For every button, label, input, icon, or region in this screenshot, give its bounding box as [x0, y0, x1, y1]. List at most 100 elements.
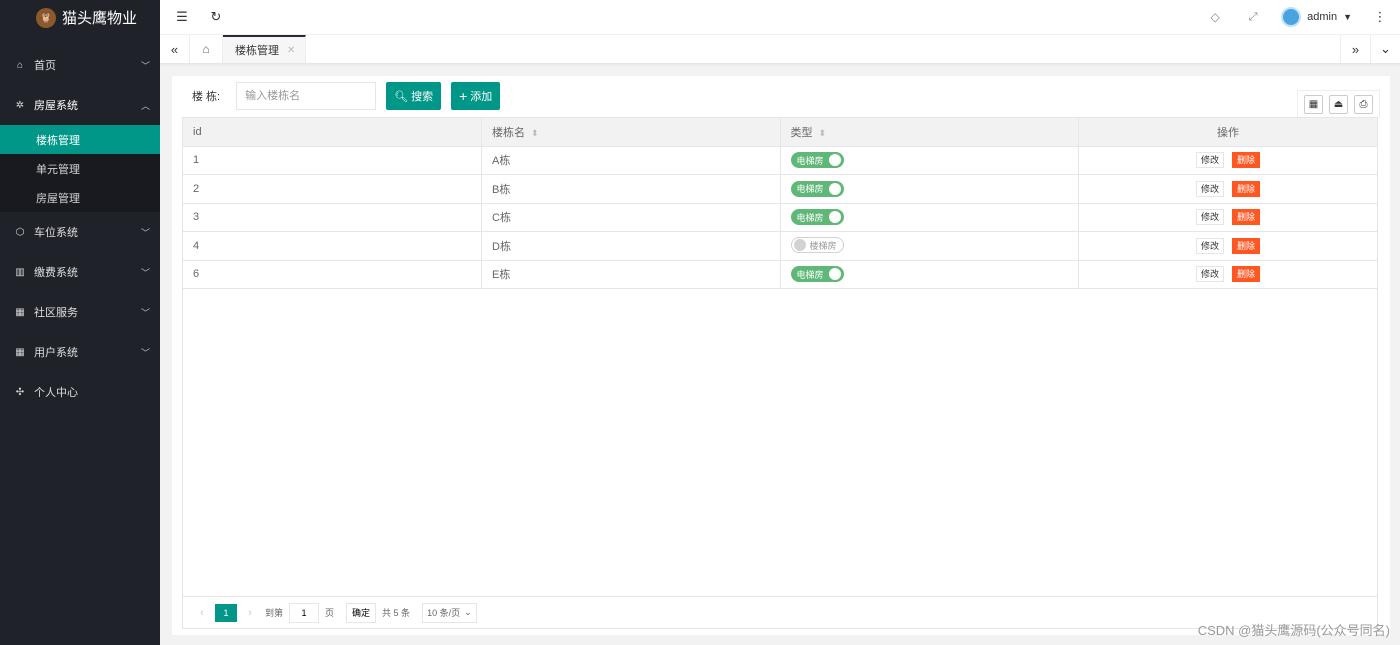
cell-building-name: E栋 — [481, 260, 781, 289]
column-header-2[interactable]: 类型 ⬍ — [780, 118, 1079, 147]
cube-icon: ⬡ — [15, 226, 25, 238]
user-menu[interactable]: admin ▼ — [1281, 7, 1352, 27]
cell-actions: 修改 删除 — [1078, 231, 1377, 261]
sidebar-item-label: 用户系统 — [34, 347, 78, 359]
more-vertical-icon[interactable]: ⋮ — [1370, 7, 1390, 27]
type-toggle[interactable]: 电梯房 — [790, 180, 844, 197]
cell-type: 楼梯房 — [780, 231, 1079, 261]
sidebar-subitem-1[interactable]: 单元管理 — [0, 154, 160, 183]
type-toggle[interactable]: 电梯房 — [790, 209, 844, 226]
app-logo[interactable]: 🦉 猫头鹰物业 — [0, 0, 160, 35]
table-row: 4 D栋 楼梯房 修改 删除 — [183, 231, 1377, 261]
table-row: 1 A栋 电梯房 修改 删除 — [183, 146, 1377, 175]
cell-building-name: C栋 — [481, 203, 781, 232]
apps-icon: ▦ — [15, 306, 25, 318]
sidebar-item-label: 车位系统 — [34, 227, 78, 239]
table-row: 6 E栋 电梯房 修改 删除 — [183, 260, 1377, 289]
delete-button[interactable]: 删除 — [1232, 237, 1261, 254]
add-button[interactable]: + 添加 — [451, 82, 501, 110]
sidebar-item-1[interactable]: ✲ 房屋系统 ︿ — [0, 85, 160, 125]
chevron-down-icon: ﹀ — [140, 347, 150, 358]
delete-button[interactable]: 删除 — [1232, 180, 1261, 197]
sidebar-item-5[interactable]: ▦ 用户系统 ﹀ — [0, 332, 160, 372]
tab-menu-chevron-down-icon[interactable]: ⌄ — [1370, 35, 1400, 63]
building-name-input[interactable] — [236, 82, 377, 110]
goto-page-input[interactable] — [289, 602, 320, 623]
tab-building-management[interactable]: 楼栋管理 ✕ — [223, 35, 307, 63]
fullscreen-icon[interactable]: ⤢ — [1243, 7, 1263, 27]
sidebar-item-3[interactable]: ▥ 缴费系统 ﹀ — [0, 252, 160, 292]
caret-down-icon: ▼ — [1343, 12, 1352, 22]
sidebar-item-2[interactable]: ⬡ 车位系统 ﹀ — [0, 212, 160, 252]
table-row: 3 C栋 电梯房 修改 删除 — [183, 203, 1377, 232]
sidebar-item-label: 首页 — [34, 60, 56, 72]
cell-actions: 修改 删除 — [1078, 260, 1377, 289]
tab-bar: « ⌂ 楼栋管理 ✕ » ⌄ — [160, 35, 1400, 64]
cell-type: 电梯房 — [780, 260, 1079, 289]
top-header: ☰ ↻ ◇ ⤢ admin ▼ ⋮ — [160, 0, 1400, 35]
cell-actions: 修改 删除 — [1078, 146, 1377, 175]
toggle-knob — [828, 182, 841, 195]
toggle-knob — [828, 211, 841, 224]
type-toggle[interactable]: 电梯房 — [790, 266, 844, 283]
tab-scroll-left-icon[interactable]: « — [160, 35, 190, 63]
edit-button[interactable]: 修改 — [1195, 209, 1224, 226]
sidebar-item-6[interactable]: ✣ 个人中心 — [0, 372, 160, 412]
chevron-down-icon: ﹀ — [140, 60, 150, 71]
refresh-icon[interactable]: ↻ — [206, 7, 226, 27]
avatar — [1281, 7, 1302, 27]
user-name: admin — [1307, 11, 1338, 23]
tab-scroll-right-icon[interactable]: » — [1340, 35, 1370, 63]
sidebar-nav: ⌂ 首页 ﹀ ✲ 房屋系统 ︿ 楼栋管理 单元管理 房屋管理 ⬡ 车位系统 ﹀ ▥ 缴费系统 ﹀ ▦ 社区服务 ﹀… — [0, 45, 160, 412]
print-icon[interactable]: ⎙ — [1354, 95, 1373, 114]
plus-icon: + — [459, 88, 468, 104]
apps-icon: ▦ — [15, 346, 25, 358]
prev-page-icon[interactable]: ‹ — [193, 607, 211, 619]
next-page-icon[interactable]: › — [241, 607, 259, 619]
page-size-select[interactable]: 10 条/页 ⌄ — [422, 602, 477, 623]
toggle-knob — [793, 239, 806, 252]
close-icon[interactable]: ✕ — [287, 45, 295, 56]
owl-logo-icon: 🦉 — [36, 7, 56, 28]
columns-filter-icon[interactable]: ▦ — [1304, 95, 1323, 114]
sidebar-item-4[interactable]: ▦ 社区服务 ﹀ — [0, 292, 160, 332]
table-row: 2 B栋 电梯房 修改 删除 — [183, 174, 1377, 204]
cell-actions: 修改 删除 — [1078, 203, 1377, 232]
edit-button[interactable]: 修改 — [1195, 180, 1224, 197]
edit-button[interactable]: 修改 — [1195, 266, 1224, 283]
goto-confirm-button[interactable]: 确定 — [346, 602, 377, 623]
search-button[interactable]: 🔍︎ 搜索 — [386, 82, 442, 110]
export-icon[interactable]: ⏏ — [1329, 95, 1348, 114]
sidebar-subitem-0[interactable]: 楼栋管理 — [0, 125, 160, 154]
menu-fold-icon[interactable]: ☰ — [172, 7, 192, 27]
delete-button[interactable]: 删除 — [1232, 152, 1261, 169]
edit-button[interactable]: 修改 — [1195, 152, 1224, 169]
cell-id: 2 — [183, 174, 482, 204]
gear-icon: ✲ — [15, 99, 25, 111]
chevron-down-icon: ﹀ — [140, 267, 150, 278]
toggle-knob — [828, 268, 841, 281]
sidebar-item-label: 社区服务 — [34, 307, 78, 319]
type-toggle[interactable]: 楼梯房 — [790, 237, 844, 254]
tag-icon[interactable]: ◇ — [1205, 7, 1225, 27]
edit-button[interactable]: 修改 — [1195, 237, 1224, 254]
delete-button[interactable]: 删除 — [1232, 266, 1261, 283]
cell-building-name: B栋 — [481, 174, 781, 204]
chevron-up-icon: ︿ — [140, 100, 150, 111]
sidebar-item-0[interactable]: ⌂ 首页 ﹀ — [0, 45, 160, 85]
sidebar-submenu: 楼栋管理 单元管理 房屋管理 — [0, 125, 160, 212]
app-title: 猫头鹰物业 — [62, 10, 138, 27]
current-page[interactable]: 1 — [215, 603, 237, 622]
column-header-1[interactable]: 楼栋名 ⬍ — [481, 118, 781, 147]
home-tab-icon[interactable]: ⌂ — [190, 35, 223, 63]
cell-type: 电梯房 — [780, 174, 1079, 204]
tab-label: 楼栋管理 — [235, 45, 279, 57]
type-toggle[interactable]: 电梯房 — [790, 152, 844, 169]
sidebar-item-label: 个人中心 — [34, 387, 78, 399]
delete-button[interactable]: 删除 — [1232, 209, 1261, 226]
sidebar-subitem-2[interactable]: 房屋管理 — [0, 183, 160, 212]
watermark: CSDN @猫头鹰源码(公众号同名) — [1197, 623, 1390, 638]
data-table: id 楼栋名 ⬍ 类型 ⬍ 操作 1 A栋 电梯房 修改 删除 2 B栋 电梯房 修改 删除 3 C栋 电梯房 修改… — [182, 117, 1378, 629]
sort-icon[interactable]: ⬍ — [819, 128, 827, 138]
sort-icon[interactable]: ⬍ — [531, 128, 539, 138]
